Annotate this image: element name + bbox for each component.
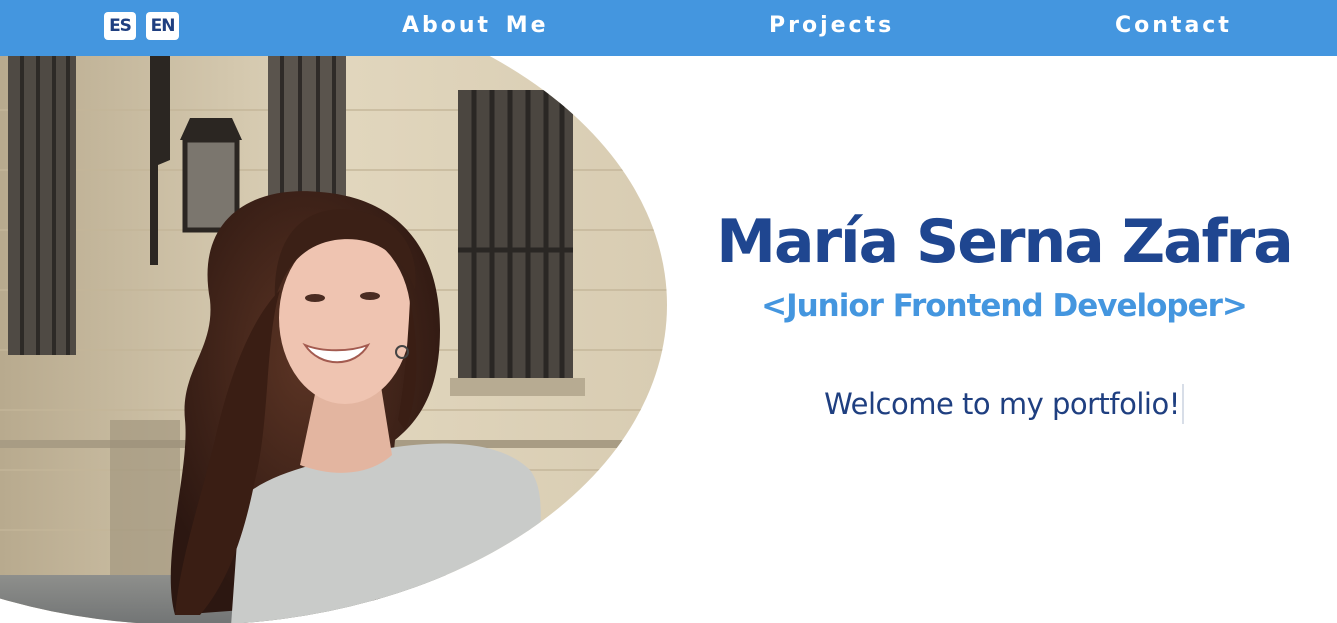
nav-link-projects[interactable]: Projects [769, 0, 894, 52]
hero-name-heading: María Serna Zafra [716, 207, 1294, 277]
hero-role-subtitle: <Junior Frontend Developer> [761, 288, 1248, 324]
language-en-button[interactable]: EN [146, 12, 179, 40]
navbar: ES EN About Me Projects Contact [0, 0, 1337, 56]
nav-link-contact[interactable]: Contact [1115, 0, 1232, 52]
welcome-container: Welcome to my portfolio! [700, 384, 1308, 424]
nav-link-about-me[interactable]: About Me [402, 0, 549, 52]
language-es-button[interactable]: ES [104, 12, 136, 40]
welcome-text: Welcome to my portfolio! [824, 384, 1184, 424]
portfolio-page: ES EN About Me Projects Contact María Se… [0, 0, 1337, 623]
profile-photo [0, 0, 667, 623]
